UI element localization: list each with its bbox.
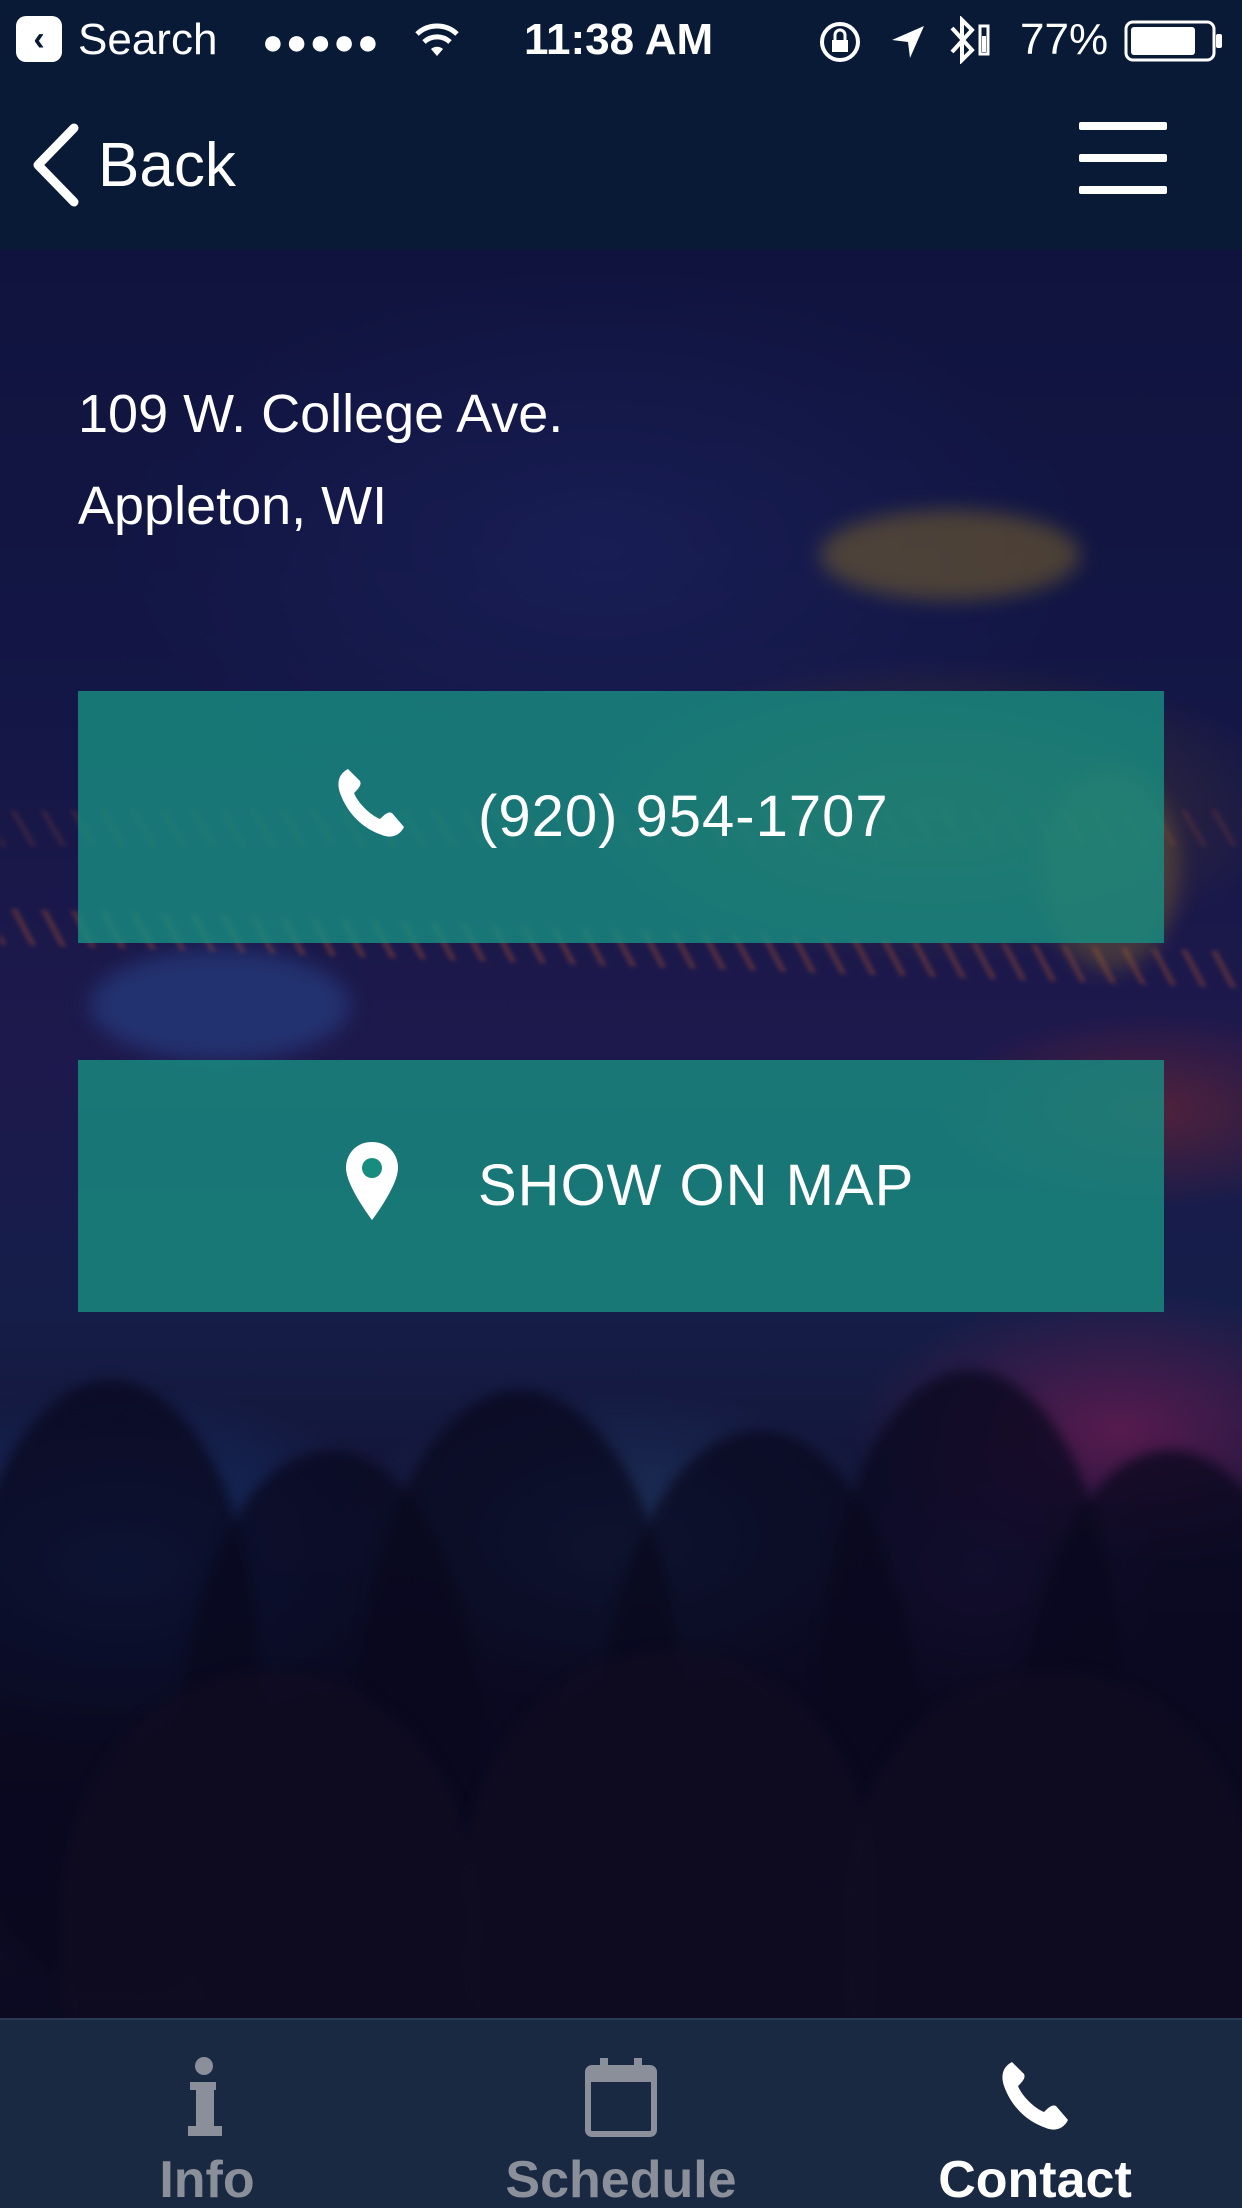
orientation-lock-icon: [820, 22, 860, 62]
wifi-icon: [415, 23, 459, 56]
status-bar: ‹ Search ●●●●● 11:38 AM 77%: [0, 0, 1242, 80]
call-phone-button[interactable]: (920) 954-1707: [78, 691, 1164, 943]
clock: 11:38 AM: [524, 15, 714, 64]
navigation-bar: Back: [0, 80, 1242, 250]
venue-address: 109 W. College Ave. Appleton, WI: [78, 368, 563, 552]
back-button-label: Back: [98, 130, 236, 200]
tab-schedule-label: Schedule: [505, 2151, 737, 2208]
signal-strength: ●●●●●: [262, 21, 381, 62]
show-on-map-button[interactable]: SHOW ON MAP: [78, 1060, 1164, 1312]
map-pin-icon: [346, 1142, 398, 1220]
address-line-2: Appleton, WI: [78, 476, 388, 536]
tab-info-label: Info: [159, 2151, 255, 2208]
tab-info[interactable]: Info: [0, 2020, 414, 2208]
back-app-icon[interactable]: ‹: [16, 16, 62, 62]
address-line-1: 109 W. College Ave.: [78, 384, 564, 444]
calendar-icon: [585, 2058, 657, 2137]
screen: ‹ Search ●●●●● 11:38 AM 77% Back 109 W. …: [0, 0, 1242, 2208]
tab-bar: Info Schedule Contact: [0, 2018, 1242, 2208]
back-button[interactable]: Back: [30, 118, 236, 212]
show-on-map-label: SHOW ON MAP: [478, 1153, 915, 1218]
battery-icon: [1124, 20, 1222, 62]
battery-percent: 77%: [1020, 15, 1109, 64]
back-app-label[interactable]: Search: [78, 14, 217, 66]
phone-number-label: (920) 954-1707: [478, 784, 889, 849]
phone-icon: [338, 769, 404, 837]
phone-icon: [1002, 2062, 1068, 2130]
bluetooth-icon: [950, 16, 990, 64]
location-arrow-icon: [892, 26, 924, 58]
info-icon: [188, 2057, 222, 2136]
tab-schedule[interactable]: Schedule: [414, 2020, 828, 2208]
tab-contact-label: Contact: [938, 2151, 1132, 2208]
chevron-left-icon: [33, 123, 79, 207]
hamburger-menu-icon[interactable]: [1076, 122, 1170, 196]
tab-contact[interactable]: Contact: [828, 2020, 1242, 2208]
